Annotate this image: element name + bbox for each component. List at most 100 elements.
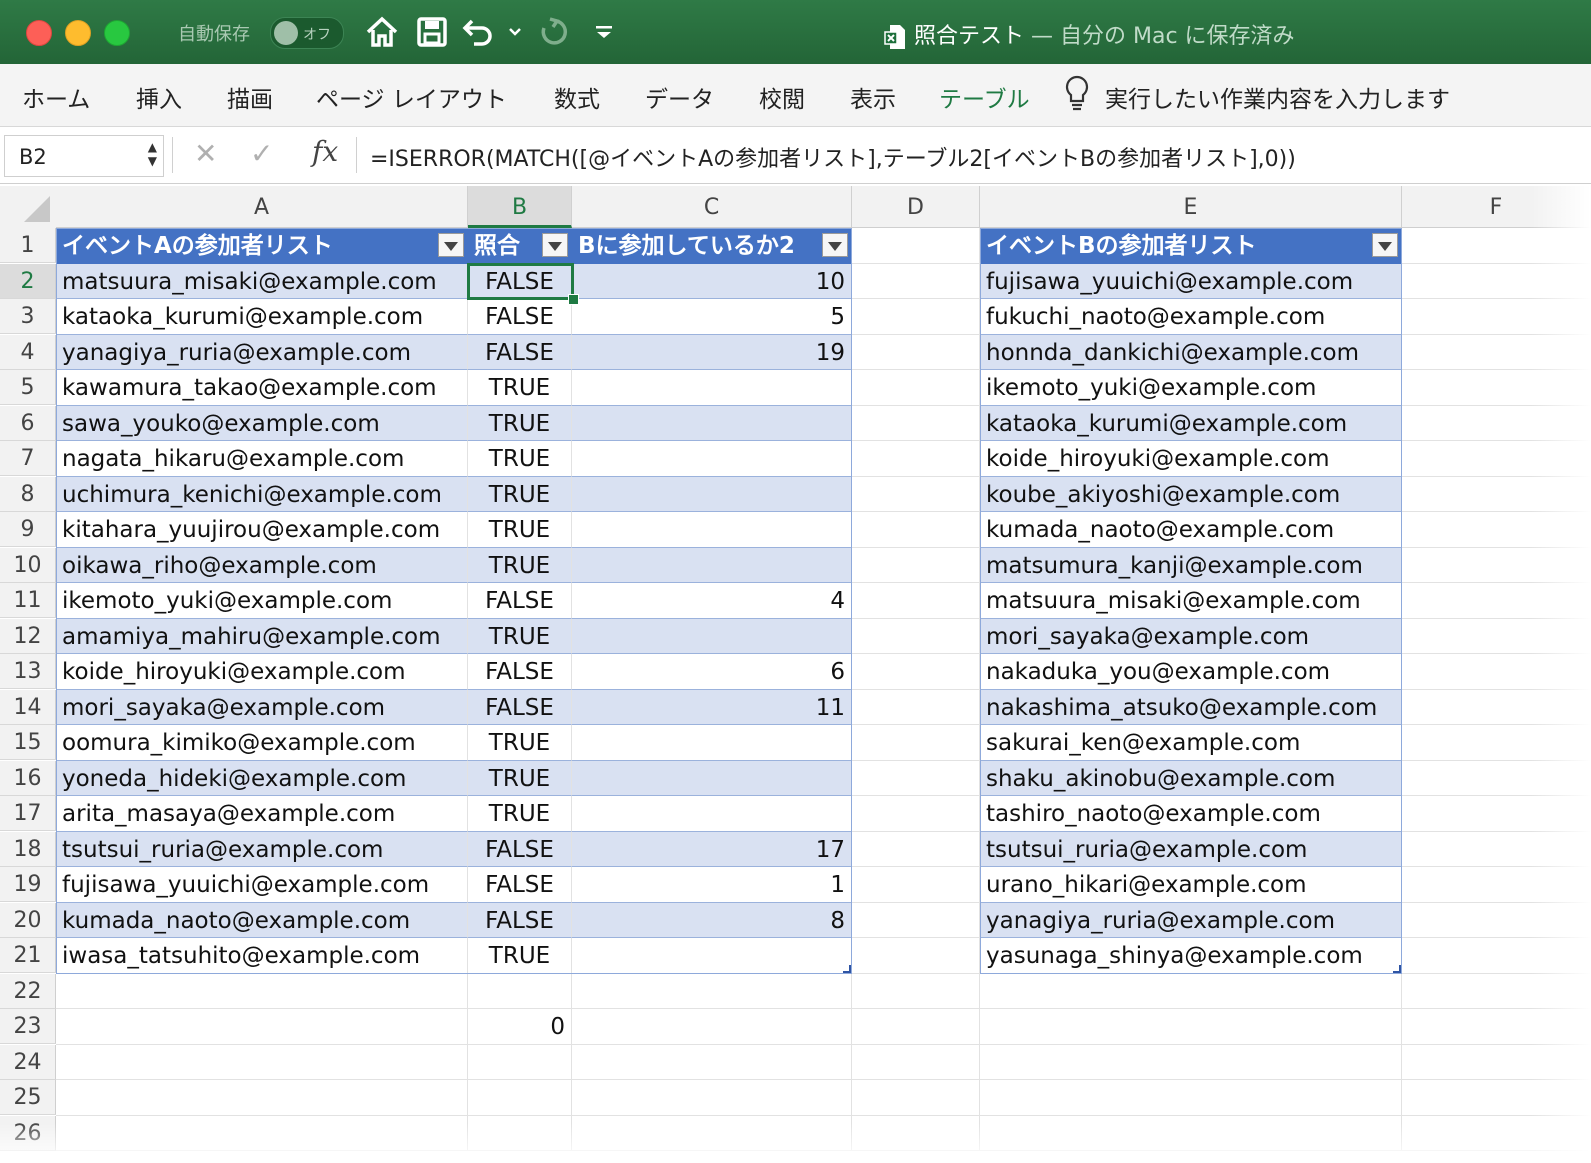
table-cell-email-a[interactable]: oomura_kimiko@example.com <box>56 725 468 761</box>
table-cell-email-a[interactable]: koide_hiroyuki@example.com <box>56 654 468 690</box>
grid-cell[interactable] <box>852 654 980 690</box>
table-cell-email-a[interactable]: nagata_hikaru@example.com <box>56 441 468 477</box>
table-cell-email-b[interactable]: sakurai_ken@example.com <box>980 725 1402 761</box>
row-header-9[interactable]: 9 <box>0 512 56 547</box>
grid-cell[interactable] <box>852 263 980 299</box>
table-cell-email-a[interactable]: mori_sayaka@example.com <box>56 689 468 725</box>
tab-page-layout[interactable]: ページ レイアウト <box>316 80 507 114</box>
table-cell-email-b[interactable]: kumada_naoto@example.com <box>980 512 1402 548</box>
table-cell-email-b[interactable]: yasunaga_shinya@example.com <box>980 938 1402 974</box>
table-cell-email-a[interactable]: kumada_naoto@example.com <box>56 902 468 938</box>
table-cell-match[interactable]: TRUE <box>468 725 572 761</box>
filter-dropdown-icon[interactable] <box>542 233 568 257</box>
grid-cell[interactable] <box>852 228 980 264</box>
name-box[interactable]: B2 ▲ ▼ <box>4 135 164 177</box>
grid-cell[interactable] <box>852 796 980 832</box>
row-header-7[interactable]: 7 <box>0 441 56 476</box>
table-cell-email-b[interactable]: kataoka_kurumi@example.com <box>980 405 1402 441</box>
table-cell-email-b[interactable]: yanagiya_ruria@example.com <box>980 902 1402 938</box>
grid-cell[interactable] <box>852 299 980 335</box>
column-header-e[interactable]: E <box>980 186 1402 228</box>
grid-cell[interactable] <box>1402 583 1591 619</box>
table-cell-email-a[interactable]: kawamura_takao@example.com <box>56 370 468 406</box>
row-header-5[interactable]: 5 <box>0 370 56 405</box>
grid-cell[interactable] <box>572 973 852 1009</box>
select-all-button[interactable] <box>0 186 57 229</box>
table-cell-joined-b[interactable] <box>572 405 852 441</box>
grid-cell[interactable] <box>1402 938 1591 974</box>
table1-header-joined-b[interactable]: Bに参加しているか2 <box>572 228 852 264</box>
row-header-13[interactable]: 13 <box>0 654 56 689</box>
grid-cell[interactable] <box>572 1115 852 1151</box>
grid-cell[interactable] <box>852 831 980 867</box>
row-header-24[interactable]: 24 <box>0 1044 56 1080</box>
grid-cell[interactable] <box>1402 654 1591 690</box>
table-cell-joined-b[interactable]: 6 <box>572 654 852 690</box>
table-cell-email-b[interactable]: tashiro_naoto@example.com <box>980 796 1402 832</box>
grid-cell[interactable] <box>1402 1115 1591 1151</box>
grid-cell[interactable] <box>852 583 980 619</box>
grid-cell[interactable] <box>1402 299 1591 335</box>
row-header-2[interactable]: 2 <box>0 263 56 299</box>
table-cell-joined-b[interactable] <box>572 476 852 512</box>
grid-cell[interactable] <box>852 973 980 1009</box>
table-cell-match[interactable]: TRUE <box>468 476 572 512</box>
grid-cell[interactable] <box>1402 902 1591 938</box>
table-cell-match[interactable]: FALSE <box>468 689 572 725</box>
confirm-icon[interactable]: ✓ <box>250 137 273 170</box>
grid-cell[interactable] <box>1402 725 1591 761</box>
grid-cell[interactable] <box>852 760 980 796</box>
grid-cell[interactable] <box>1402 1009 1591 1045</box>
table-cell-email-b[interactable]: nakashima_atsuko@example.com <box>980 689 1402 725</box>
home-icon[interactable] <box>364 14 400 50</box>
table-cell-joined-b[interactable] <box>572 441 852 477</box>
table-cell-match[interactable]: FALSE <box>468 334 572 370</box>
table-cell-joined-b[interactable] <box>572 938 852 974</box>
table-cell-match[interactable]: FALSE <box>468 299 572 335</box>
minimize-window-button[interactable] <box>65 20 91 46</box>
table-cell-email-a[interactable]: kataoka_kurumi@example.com <box>56 299 468 335</box>
table-cell-email-a[interactable]: amamiya_mahiru@example.com <box>56 618 468 654</box>
undo-icon[interactable] <box>462 14 498 50</box>
table-cell-email-b[interactable]: shaku_akinobu@example.com <box>980 760 1402 796</box>
filter-dropdown-icon[interactable] <box>438 233 464 257</box>
tab-home[interactable]: ホーム <box>22 80 90 114</box>
grid-cell[interactable] <box>572 1080 852 1116</box>
table-cell-email-b[interactable]: mori_sayaka@example.com <box>980 618 1402 654</box>
grid-cell[interactable] <box>468 1044 572 1080</box>
table-cell-joined-b[interactable]: 1 <box>572 867 852 903</box>
row-header-19[interactable]: 19 <box>0 867 56 902</box>
grid-cell[interactable] <box>980 973 1402 1009</box>
grid-cell[interactable] <box>852 902 980 938</box>
table-cell-email-b[interactable]: fujisawa_yuuichi@example.com <box>980 263 1402 299</box>
table-cell-email-a[interactable]: kitahara_yuujirou@example.com <box>56 512 468 548</box>
insert-function-icon[interactable]: fx <box>312 135 338 168</box>
grid-cell[interactable] <box>1402 1080 1591 1116</box>
grid-cell[interactable] <box>1402 405 1591 441</box>
grid-cell[interactable] <box>852 476 980 512</box>
tab-view[interactable]: 表示 <box>850 80 896 114</box>
row-header-22[interactable]: 22 <box>0 973 56 1009</box>
table-cell-joined-b[interactable] <box>572 547 852 583</box>
row-header-15[interactable]: 15 <box>0 725 56 760</box>
tab-data[interactable]: データ <box>645 80 714 114</box>
grid-cell[interactable] <box>1402 689 1591 725</box>
table-cell-joined-b[interactable]: 5 <box>572 299 852 335</box>
cell-b23[interactable]: 0 <box>468 1009 572 1045</box>
grid-cell[interactable] <box>1402 263 1591 299</box>
customize-toolbar-icon[interactable] <box>588 14 620 50</box>
table-cell-match[interactable]: TRUE <box>468 512 572 548</box>
grid-cell[interactable] <box>56 1115 468 1151</box>
table-cell-email-a[interactable]: arita_masaya@example.com <box>56 796 468 832</box>
grid-cell[interactable] <box>56 973 468 1009</box>
save-icon[interactable] <box>414 14 450 50</box>
grid-cell[interactable] <box>852 618 980 654</box>
table1-resize-handle[interactable] <box>843 964 851 973</box>
grid-cell[interactable] <box>980 1044 1402 1080</box>
grid-cell[interactable] <box>1402 831 1591 867</box>
table2-header-participants-b[interactable]: イベントBの参加者リスト <box>980 228 1402 264</box>
grid-cell[interactable] <box>852 725 980 761</box>
formula-input[interactable]: =ISERROR(MATCH([@イベントAの参加者リスト],テーブル2[イベン… <box>370 141 1296 173</box>
close-window-button[interactable] <box>26 20 52 46</box>
row-header-26[interactable]: 26 <box>0 1115 56 1151</box>
